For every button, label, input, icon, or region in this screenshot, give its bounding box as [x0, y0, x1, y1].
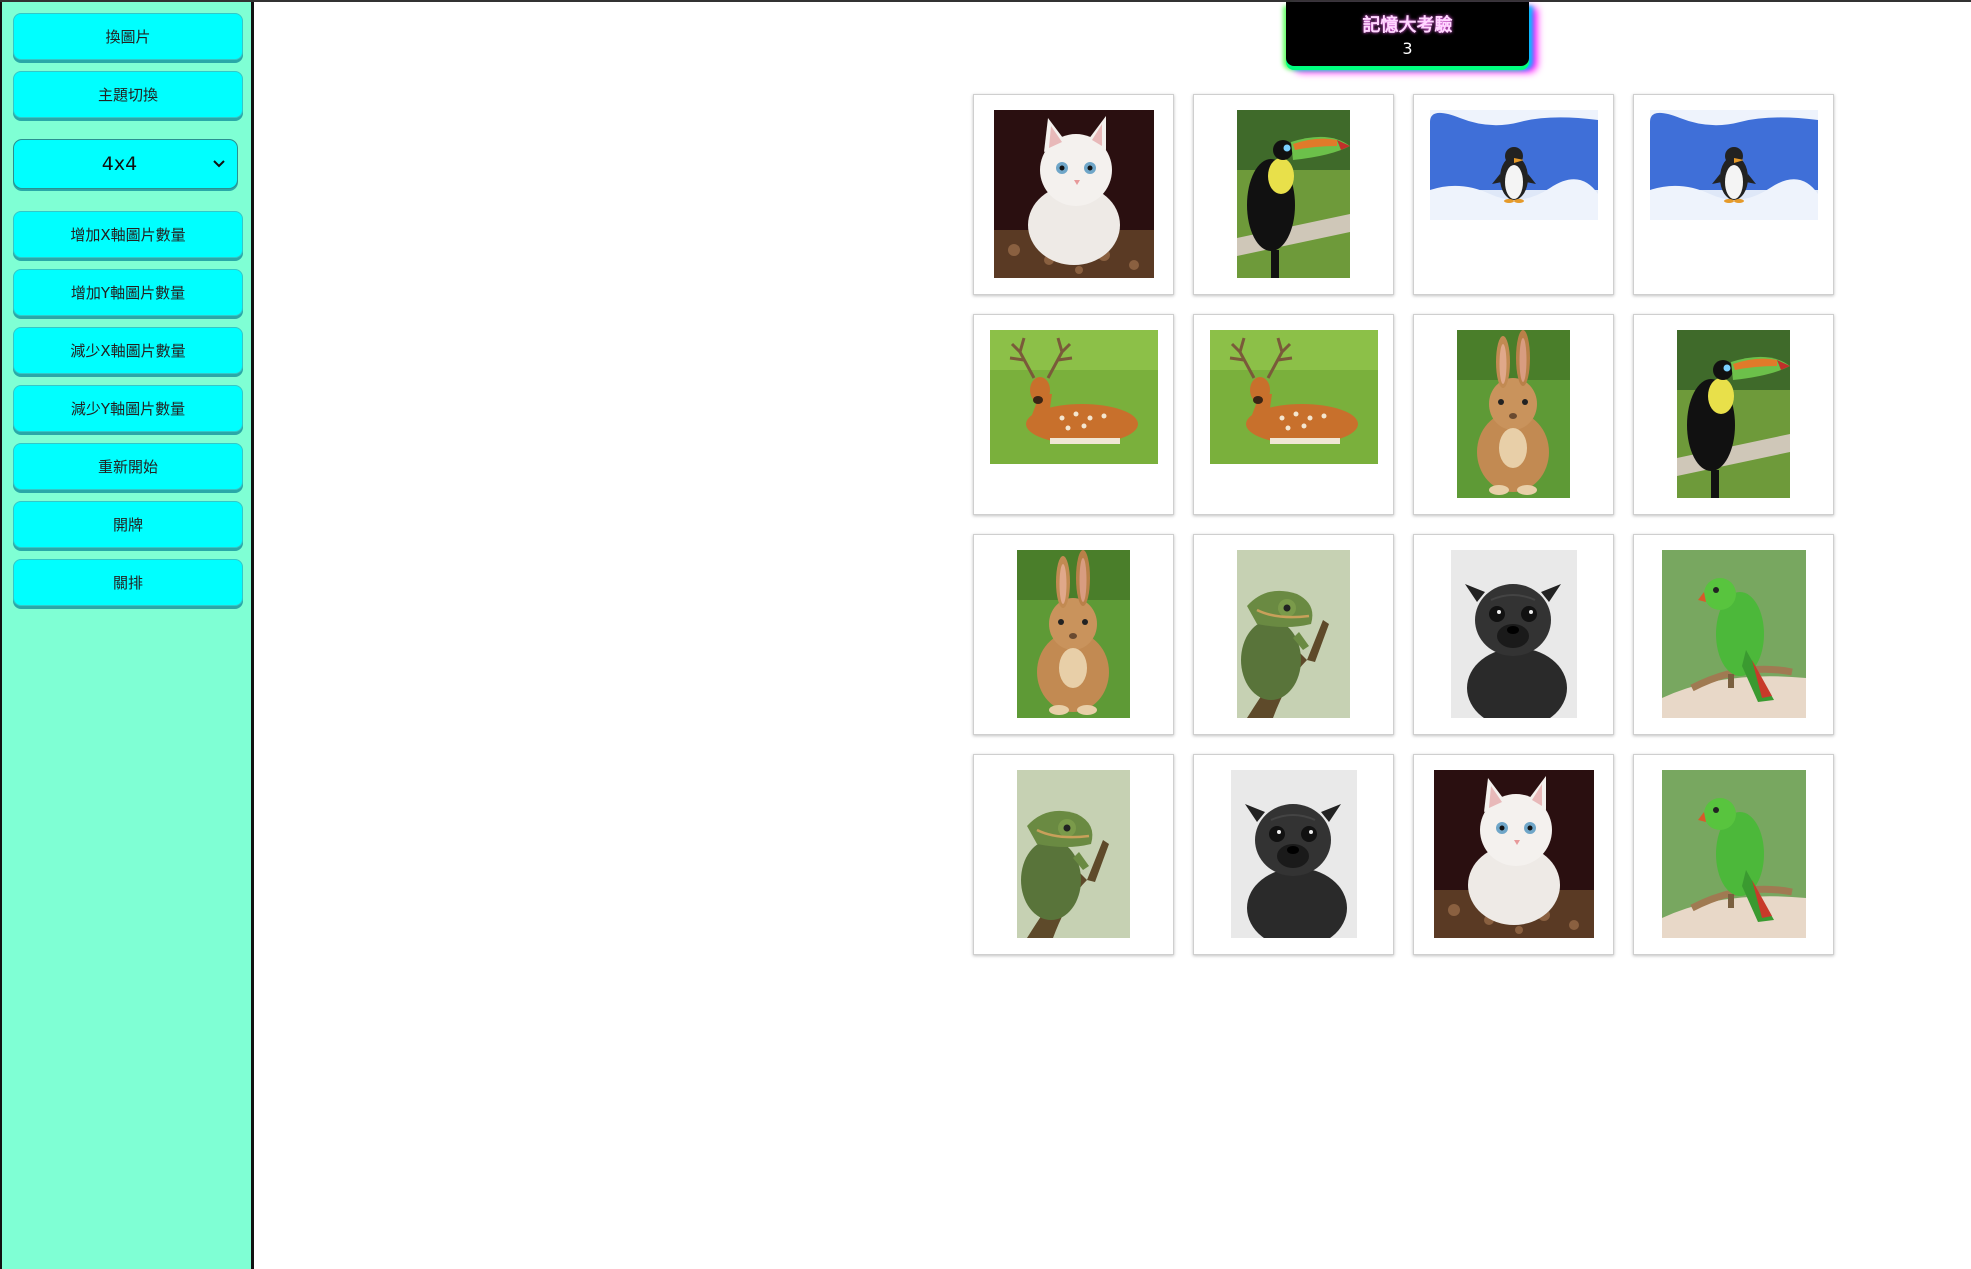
- restart-button[interactable]: 重新開始: [13, 443, 243, 490]
- memory-card-penguin[interactable]: [1633, 94, 1834, 295]
- memory-card-parrot[interactable]: [1633, 754, 1834, 955]
- decrease-x-button[interactable]: 減少X軸圖片數量: [13, 327, 243, 374]
- memory-card-parrot[interactable]: [1633, 534, 1834, 735]
- game-title: 記憶大考驗: [1362, 14, 1453, 36]
- memory-card-rabbit[interactable]: [1413, 314, 1614, 515]
- memory-card-kitten[interactable]: [1413, 754, 1614, 955]
- move-counter: 3: [1402, 38, 1413, 58]
- grid-size-select[interactable]: 4x4: [13, 139, 238, 189]
- memory-game-page: 換圖片 主題切換 4x4 增加X軸圖片數量 增加Y軸圖片數量 減少X軸圖片數量 …: [0, 0, 1971, 1269]
- pug-image: [1451, 550, 1577, 718]
- chevron-down-icon: [213, 160, 225, 168]
- kitten-image: [994, 110, 1154, 278]
- memory-card-toucan[interactable]: [1193, 94, 1394, 295]
- penguin-image: [1650, 110, 1818, 220]
- rabbit-image: [1017, 550, 1130, 718]
- memory-card-toucan[interactable]: [1633, 314, 1834, 515]
- kitten-image: [1434, 770, 1594, 938]
- deer-image: [1210, 330, 1378, 464]
- rabbit-image: [1457, 330, 1570, 498]
- game-title-box: 記憶大考驗 3: [1286, 2, 1529, 66]
- increase-y-button[interactable]: 增加Y軸圖片數量: [13, 269, 243, 316]
- memory-card-kitten[interactable]: [973, 94, 1174, 295]
- penguin-image: [1430, 110, 1598, 220]
- theme-switch-button[interactable]: 主題切換: [13, 71, 243, 118]
- chameleon-image: [1237, 550, 1350, 718]
- parrot-image: [1662, 550, 1806, 718]
- memory-card-pug[interactable]: [1193, 754, 1394, 955]
- memory-card-deer[interactable]: [1193, 314, 1394, 515]
- memory-card-chameleon[interactable]: [1193, 534, 1394, 735]
- grid-size-value: 4x4: [101, 153, 138, 175]
- increase-x-button[interactable]: 增加X軸圖片數量: [13, 211, 243, 258]
- memory-card-pug[interactable]: [1413, 534, 1614, 735]
- parrot-image: [1662, 770, 1806, 938]
- pug-image: [1231, 770, 1357, 938]
- change-images-button[interactable]: 換圖片: [13, 13, 243, 60]
- memory-card-penguin[interactable]: [1413, 94, 1614, 295]
- memory-card-deer[interactable]: [973, 314, 1174, 515]
- toucan-image: [1237, 110, 1350, 278]
- open-cards-button[interactable]: 開牌: [13, 501, 243, 548]
- memory-card-rabbit[interactable]: [973, 534, 1174, 735]
- deer-image: [990, 330, 1158, 464]
- toucan-image: [1677, 330, 1790, 498]
- close-cards-button[interactable]: 關排: [13, 559, 243, 606]
- memory-card-chameleon[interactable]: [973, 754, 1174, 955]
- sidebar: 換圖片 主題切換 4x4 增加X軸圖片數量 增加Y軸圖片數量 減少X軸圖片數量 …: [0, 2, 254, 1269]
- chameleon-image: [1017, 770, 1130, 938]
- decrease-y-button[interactable]: 減少Y軸圖片數量: [13, 385, 243, 432]
